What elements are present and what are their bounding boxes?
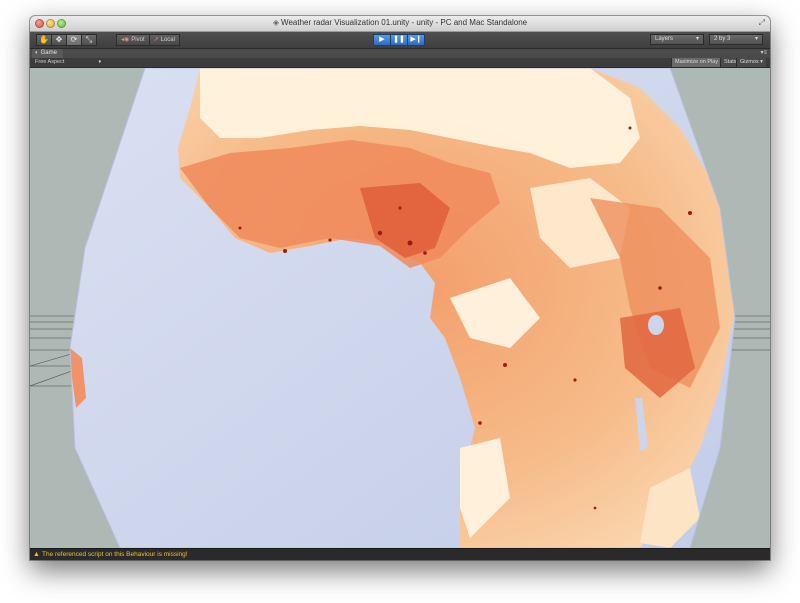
rotate-tool-button[interactable]: ⟳ [66,34,82,46]
pivot-icon: ◂◉ [121,37,130,43]
stats-label: Stats [724,59,737,65]
window-title-text: Weather radar Visualization 01.unity - u… [281,18,528,27]
status-message: The referenced script on this Behaviour … [42,551,188,558]
scale-tool-button[interactable]: ⤡ [81,34,97,46]
lake-victoria [648,315,664,335]
step-button[interactable]: ▶❙ [407,34,425,46]
local-label: Local [160,37,175,43]
main-toolbar: ✋ ✥ ⟳ ⤡ ◂◉ Pivot ↗ Local ▶ ❚❚ ▶❙ Layers ▾ 2… [30,32,770,49]
unity-document-icon: ◈ [272,18,280,27]
window-title: ◈ Weather radar Visualization 01.unity - … [30,18,770,27]
chevron-down-icon: ♦ [98,59,102,65]
pause-button[interactable]: ❚❚ [390,34,408,46]
title-bar: ◈ Weather radar Visualization 01.unity - … [30,16,770,32]
pivot-toggle[interactable]: ◂◉ Pivot [116,34,150,46]
chevron-down-icon: ▾ [760,59,763,65]
local-toggle[interactable]: ↗ Local [148,34,180,46]
layers-dropdown[interactable]: Layers ▾ [650,34,704,45]
aspect-label: Free Aspect [35,59,65,65]
layout-dropdown[interactable]: 2 by 3 ▾ [709,34,763,45]
maximize-label: Maximize on Play [675,59,719,65]
game-view-toolbar: Free Aspect ♦ Maximize on Play Stats Gizm… [30,58,770,68]
maximize-on-play-toggle[interactable]: Maximize on Play [671,58,722,67]
pivot-controls: ◂◉ Pivot ↗ Local [116,34,180,46]
hand-tool-button[interactable]: ✋ [36,34,52,46]
chevron-down-icon: ▾ [754,36,758,42]
pivot-label: Pivot [131,37,145,43]
game-view-icon: ◐ [35,50,39,56]
layers-label: Layers [655,36,674,42]
move-tool-button[interactable]: ✥ [51,34,67,46]
play-button[interactable]: ▶ [373,34,391,46]
tab-game[interactable]: ◐ Game [32,49,63,58]
console-status-bar[interactable]: ▲ The referenced script on this Behaviou… [30,548,770,560]
tab-game-label: Game [40,50,57,56]
fullscreen-icon[interactable]: ⤢ [759,18,765,28]
warning-icon: ▲ [33,551,40,558]
unity-window: ◈ Weather radar Visualization 01.unity - … [30,16,770,560]
transform-tools: ✋ ✥ ⟳ ⤡ [36,34,97,46]
play-controls: ▶ ❚❚ ▶❙ [373,34,425,46]
game-viewport[interactable] [30,68,770,548]
local-icon: ↗ [153,37,159,43]
chevron-down-icon: ▾ [695,36,699,42]
aspect-dropdown[interactable]: Free Aspect ♦ [35,58,101,67]
globe-render [30,68,770,548]
panel-menu-icon[interactable]: ▾≡ [760,49,767,58]
gizmos-dropdown[interactable]: Gizmos ▾ [736,58,766,67]
gizmos-label: Gizmos [740,59,759,65]
layout-label: 2 by 3 [714,36,731,42]
